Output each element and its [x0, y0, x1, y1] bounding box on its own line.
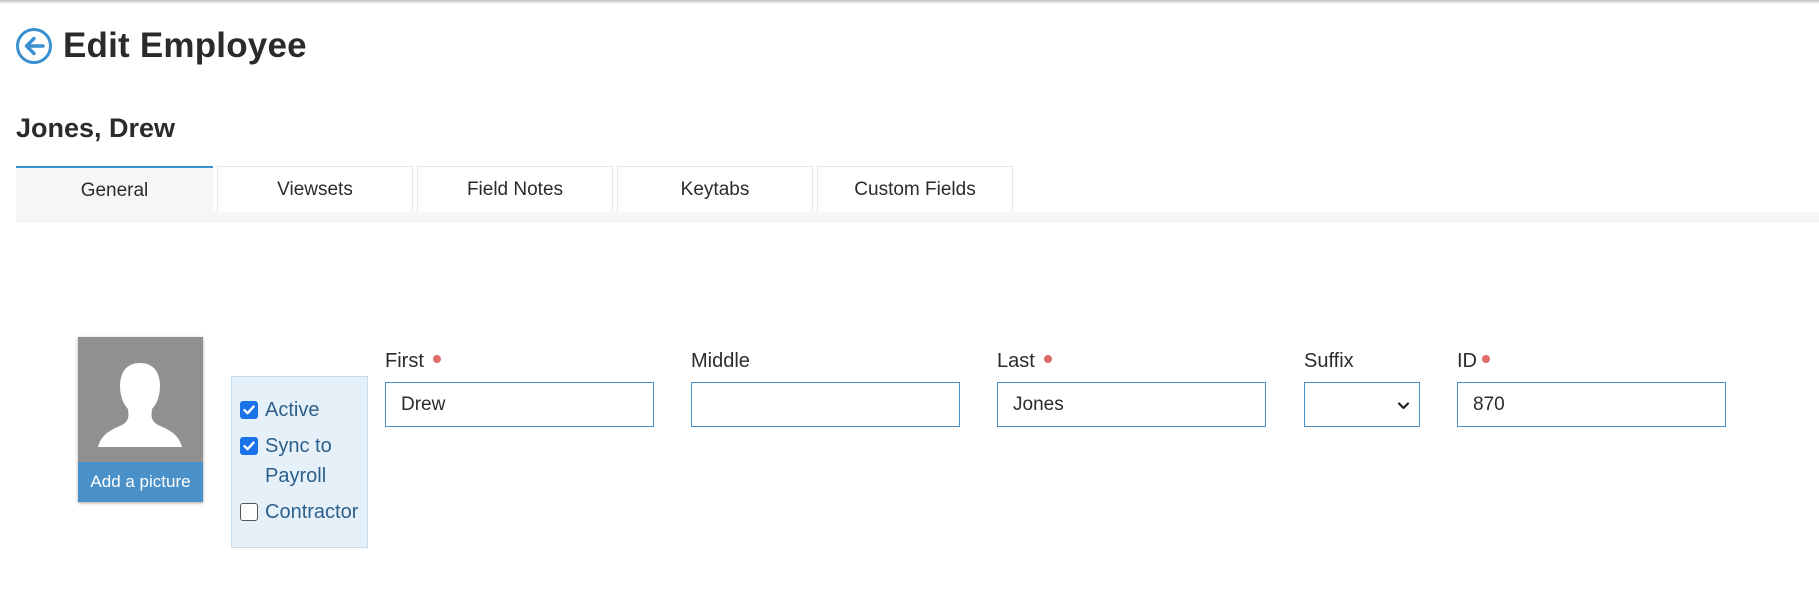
middle-name-label-text: Middle: [691, 350, 750, 372]
sync-payroll-checkbox[interactable]: [240, 437, 258, 455]
active-label: Active: [265, 399, 320, 421]
tab-viewsets[interactable]: Viewsets: [217, 166, 413, 212]
required-indicator: [1043, 354, 1052, 363]
tab-keytabs[interactable]: Keytabs: [617, 166, 813, 212]
employee-photo: Add a picture: [78, 337, 203, 502]
tab-custom-fields[interactable]: Custom Fields: [817, 166, 1013, 212]
middle-name-input[interactable]: [691, 382, 960, 427]
contractor-checkbox[interactable]: [240, 503, 258, 521]
id-input[interactable]: [1457, 382, 1726, 427]
suffix-select[interactable]: [1304, 382, 1420, 427]
first-name-label: First: [385, 350, 441, 373]
tab-bar: General Viewsets Field Notes Keytabs Cus…: [16, 166, 1017, 223]
person-silhouette-icon: [98, 363, 182, 447]
active-checkbox[interactable]: [240, 401, 258, 419]
id-label-text: ID: [1457, 350, 1477, 372]
first-name-input[interactable]: [385, 382, 654, 427]
tab-label: General: [80, 179, 149, 201]
last-name-label: Last: [997, 350, 1052, 373]
active-option: Active: [240, 395, 360, 425]
add-picture-button[interactable]: Add a picture: [78, 462, 203, 502]
tab-label: Field Notes: [466, 178, 564, 200]
checkmark-icon: [243, 441, 255, 451]
status-panel: Active Sync to Payroll Contractor: [231, 376, 368, 548]
employee-name: Jones, Drew: [16, 113, 176, 143]
required-indicator: [432, 354, 441, 363]
tab-field-notes[interactable]: Field Notes: [417, 166, 613, 212]
required-indicator: [1482, 354, 1490, 363]
tab-label: Keytabs: [680, 178, 750, 200]
tab-general[interactable]: General: [16, 166, 213, 223]
last-name-input[interactable]: [997, 382, 1266, 427]
contractor-label: Contractor: [265, 501, 359, 523]
checkmark-icon: [243, 405, 255, 415]
sync-payroll-option: Sync to Payroll: [240, 431, 360, 491]
arrow-left-circle-icon[interactable]: [15, 27, 53, 65]
top-shadow: [0, 0, 1819, 4]
contractor-option: Contractor: [240, 497, 360, 527]
page-title: Edit Employee: [63, 26, 307, 65]
id-label: ID: [1457, 350, 1490, 373]
tab-label: Custom Fields: [854, 178, 976, 200]
sync-payroll-label: Sync to Payroll: [265, 435, 332, 487]
first-name-label-text: First: [385, 350, 424, 372]
suffix-label: Suffix: [1304, 350, 1354, 373]
last-name-label-text: Last: [997, 350, 1035, 372]
page-header: Edit Employee: [15, 24, 307, 68]
suffix-label-text: Suffix: [1304, 350, 1354, 372]
tab-label: Viewsets: [277, 178, 353, 200]
middle-name-label: Middle: [691, 350, 750, 373]
chevron-down-icon: [1397, 402, 1410, 410]
